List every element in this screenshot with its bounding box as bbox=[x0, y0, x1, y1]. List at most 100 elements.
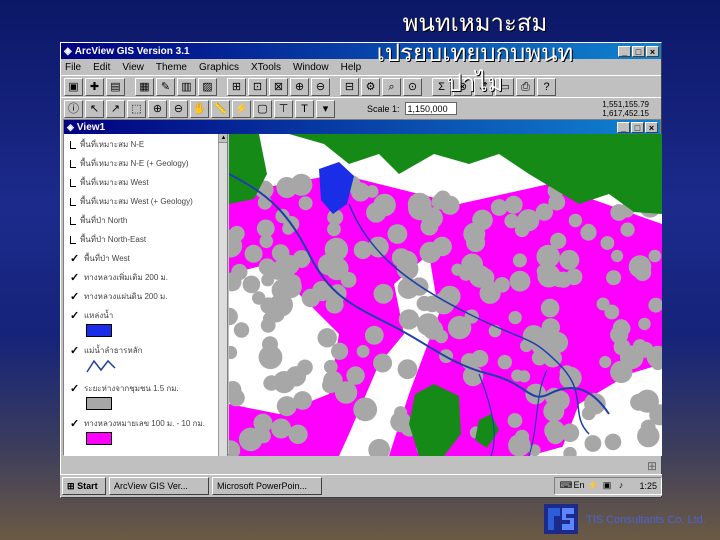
buffer-blob bbox=[471, 350, 489, 368]
checkmark-icon[interactable]: ✓ bbox=[70, 272, 80, 283]
layer-item[interactable]: พื้นที่ป่า North-East bbox=[70, 233, 218, 246]
layer-item[interactable]: พื้นที่เหมาะสม N-E bbox=[70, 138, 218, 151]
layer-checkbox[interactable] bbox=[70, 140, 76, 149]
layer-item[interactable]: ✓ ระยะห่างจากชุมชน 1.5 กม. bbox=[70, 382, 218, 395]
layer-item[interactable]: ✓ ทางหลวงเพิ่มเติม 200 ม. bbox=[70, 271, 218, 284]
buffer-blob bbox=[525, 383, 547, 405]
edit-legend-icon[interactable]: ✎ bbox=[156, 77, 175, 96]
resize-grip-icon[interactable]: ⊞ bbox=[647, 459, 657, 473]
menu-theme[interactable]: Theme bbox=[156, 62, 187, 73]
view-minimize-button[interactable]: _ bbox=[617, 121, 630, 133]
buffer-blob bbox=[327, 222, 341, 237]
zoom-out-icon[interactable]: ⊖ bbox=[311, 77, 330, 96]
label-icon[interactable]: ⊤ bbox=[274, 99, 293, 118]
layer-checkbox[interactable] bbox=[70, 197, 76, 206]
arcview-window: ◈ ArcView GIS Version 3.1 _ □ × File Edi… bbox=[60, 42, 662, 498]
layer-checkbox[interactable] bbox=[70, 216, 76, 225]
checkmark-icon[interactable]: ✓ bbox=[70, 383, 80, 394]
layer-item[interactable]: ✓ แหล่งน้ำ bbox=[70, 309, 218, 322]
layer-item[interactable]: พื้นที่ป่า North bbox=[70, 214, 218, 227]
menu-file[interactable]: File bbox=[65, 62, 81, 73]
view-titlebar[interactable]: ◈ View1 _ □ × bbox=[64, 120, 660, 134]
buffer-blob bbox=[596, 297, 610, 311]
layer-item[interactable]: พื้นที่เหมาะสม West (+ Geology) bbox=[70, 195, 218, 208]
buffer-blob bbox=[242, 275, 261, 294]
checkmark-icon[interactable]: ✓ bbox=[70, 253, 80, 264]
layer-item[interactable]: ✓ ทางหลวงหมายเลข 100 ม. - 10 กม. bbox=[70, 417, 218, 430]
checkmark-icon[interactable]: ✓ bbox=[70, 345, 80, 356]
zoom-full-icon[interactable]: ⊞ bbox=[227, 77, 246, 96]
layer-item[interactable]: ✓ พื้นที่ป่า West bbox=[70, 252, 218, 265]
menu-xtools[interactable]: XTools bbox=[251, 62, 281, 73]
zoom-in-tool-icon[interactable]: ⊕ bbox=[148, 99, 167, 118]
zoom-in-icon[interactable]: ⊕ bbox=[290, 77, 309, 96]
buffer-blob bbox=[256, 428, 271, 444]
buffer-blob bbox=[271, 418, 292, 439]
monitor-icon[interactable]: ▣ bbox=[601, 480, 612, 491]
pointer-icon[interactable]: ↖ bbox=[85, 99, 104, 118]
zoom-selected-icon[interactable]: ⊠ bbox=[269, 77, 288, 96]
measure-icon[interactable]: 📏 bbox=[211, 99, 230, 118]
layer-item[interactable]: ✓ ทางหลวงแผ่นดิน 200 ม. bbox=[70, 290, 218, 303]
map-svg[interactable] bbox=[229, 134, 662, 456]
buffer-blob bbox=[559, 249, 580, 270]
layer-item[interactable]: พื้นที่เหมาะสม N-E (+ Geology) bbox=[70, 157, 218, 170]
buffer-blob bbox=[611, 249, 624, 262]
hotlink-icon[interactable]: ⚡ bbox=[232, 99, 251, 118]
buffer-blob bbox=[431, 195, 445, 209]
zoom-out-tool-icon[interactable]: ⊖ bbox=[169, 99, 188, 118]
layer-checkbox[interactable] bbox=[70, 235, 76, 244]
add-theme-icon[interactable]: ✚ bbox=[85, 77, 104, 96]
language-icon[interactable]: En bbox=[573, 480, 584, 491]
maximize-button[interactable]: □ bbox=[632, 45, 645, 57]
table-icon[interactable]: ▥ bbox=[177, 77, 196, 96]
close-button[interactable]: × bbox=[646, 45, 659, 57]
buffer-blob bbox=[259, 234, 274, 249]
menu-graphics[interactable]: Graphics bbox=[199, 62, 239, 73]
legend-water-swatch bbox=[86, 324, 112, 337]
view-close-button[interactable]: × bbox=[645, 121, 658, 133]
text-icon[interactable]: T bbox=[295, 99, 314, 118]
theme-properties-icon[interactable]: ▤ bbox=[106, 77, 125, 96]
buffer-blob bbox=[275, 208, 290, 224]
menu-window[interactable]: Window bbox=[293, 62, 329, 73]
speaker-icon[interactable]: ♪ bbox=[615, 480, 626, 491]
draw-icon[interactable]: ▾ bbox=[316, 99, 335, 118]
footer-company: TIS Consultants Co. Ltd. bbox=[586, 514, 706, 526]
map-canvas[interactable] bbox=[229, 134, 662, 456]
layer-checkbox[interactable] bbox=[70, 178, 76, 187]
vertex-edit-icon[interactable]: ↗ bbox=[106, 99, 125, 118]
zoom-active-icon[interactable]: ⊡ bbox=[248, 77, 267, 96]
buffer-blob bbox=[390, 411, 412, 433]
layer-item[interactable]: พื้นที่เหมาะสม West bbox=[70, 176, 218, 189]
menu-edit[interactable]: Edit bbox=[93, 62, 110, 73]
buffer-blob bbox=[346, 366, 365, 385]
taskbar-powerpoint[interactable]: Microsoft PowerPoin... bbox=[212, 476, 322, 495]
start-button[interactable]: ⊞ Start bbox=[62, 476, 106, 495]
keyboard-icon[interactable]: ⌨ bbox=[559, 480, 572, 491]
checkmark-icon[interactable]: ✓ bbox=[70, 418, 80, 429]
taskbar-arcview[interactable]: ArcView GIS Ver... bbox=[109, 476, 209, 495]
scale-input[interactable]: 1,150,000 bbox=[404, 102, 457, 115]
toc-scrollbar[interactable]: ▲ bbox=[218, 134, 227, 456]
area-of-interest-icon[interactable]: ▢ bbox=[253, 99, 272, 118]
legend-editor-icon[interactable]: ▦ bbox=[135, 77, 154, 96]
layer-checkbox[interactable] bbox=[70, 159, 76, 168]
select-feature-icon[interactable]: ⬚ bbox=[127, 99, 146, 118]
chart-icon[interactable]: ▨ bbox=[198, 77, 217, 96]
checkmark-icon[interactable]: ✓ bbox=[70, 291, 80, 302]
layer-item[interactable]: ✓ แม่น้ำลำธารหลัก bbox=[70, 344, 218, 357]
buffer-blob bbox=[610, 325, 629, 344]
menu-view[interactable]: View bbox=[122, 62, 144, 73]
pan-icon[interactable]: ✋ bbox=[190, 99, 209, 118]
save-project-icon[interactable]: ▣ bbox=[64, 77, 83, 96]
view-title: View1 bbox=[76, 121, 106, 133]
scroll-up-icon[interactable]: ▲ bbox=[219, 134, 227, 143]
checkmark-icon[interactable]: ✓ bbox=[70, 310, 80, 321]
network-icon[interactable]: ⚡ bbox=[587, 480, 598, 491]
view-maximize-button[interactable]: □ bbox=[631, 121, 644, 133]
identify-icon[interactable]: ⓘ bbox=[64, 99, 83, 118]
slide-title: พนทเหมาะสม เปรยบเทยบกบพนท ปาไม bbox=[376, 9, 574, 97]
buffer-blob bbox=[262, 312, 276, 325]
company-logo bbox=[544, 504, 578, 534]
